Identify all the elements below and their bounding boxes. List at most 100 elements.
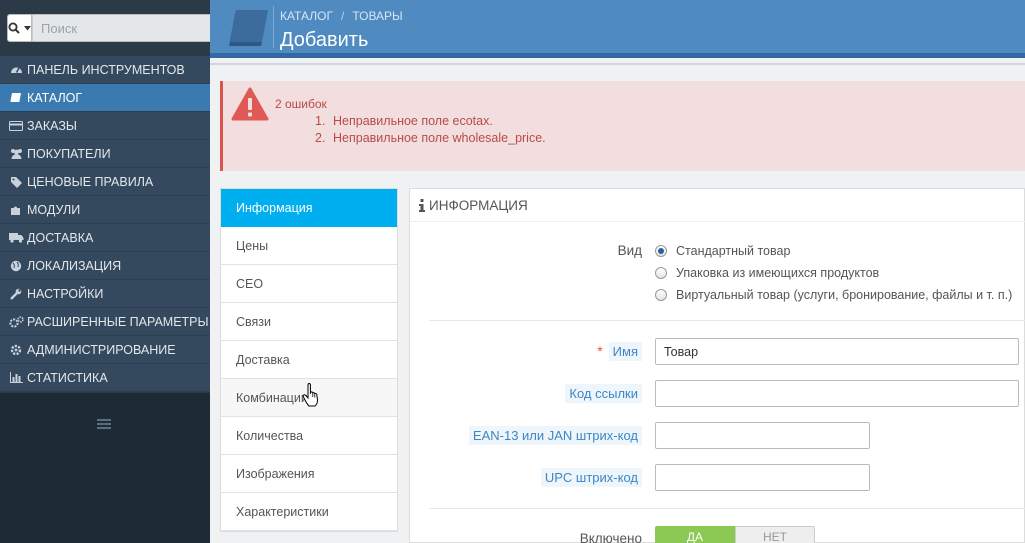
sidebar-item-label: ЦЕНОВЫЕ ПРАВИЛА xyxy=(27,174,154,189)
radio-label: Упаковка из имеющихся продуктов xyxy=(676,266,880,280)
sidebar-item-localization[interactable]: ЛОКАЛИЗАЦИЯ xyxy=(0,252,210,280)
sidebar-item-customers[interactable]: ПОКУПАТЕЛИ xyxy=(0,140,210,168)
sidebar-item-label: ПАНЕЛЬ ИНСТРУМЕНТОВ xyxy=(27,62,185,77)
sidebar-item-label: ПОКУПАТЕЛИ xyxy=(27,146,111,161)
radio-virtual-product[interactable]: Виртуальный товар (услуги, бронирование,… xyxy=(655,288,1012,302)
book-icon xyxy=(8,92,24,104)
sidebar-item-label: НАСТРОЙКИ xyxy=(27,286,104,301)
panel-title: ИНФОРМАЦИЯ xyxy=(429,197,528,213)
sidebar-item-label: АДМИНИСТРИРОВАНИЕ xyxy=(27,342,176,357)
error-number: 2. xyxy=(315,131,326,145)
sidebar-item-administration[interactable]: АДМИНИСТРИРОВАНИЕ xyxy=(0,336,210,364)
enabled-toggle[interactable]: ДА НЕТ xyxy=(655,526,815,543)
name-input[interactable]: Товар xyxy=(655,338,1019,365)
sidebar-item-statistics[interactable]: СТАТИСТИКА xyxy=(0,364,210,392)
search-type-button[interactable] xyxy=(7,14,32,42)
sidebar-item-dashboard[interactable]: ПАНЕЛЬ ИНСТРУМЕНТОВ xyxy=(0,56,210,84)
sidebar-item-catalog[interactable]: КАТАЛОГ xyxy=(0,84,210,112)
bar-chart-icon xyxy=(8,372,24,384)
header-divider xyxy=(273,6,274,48)
radio-label: Виртуальный товар (услуги, бронирование,… xyxy=(676,288,1013,302)
radio-button[interactable] xyxy=(655,245,667,257)
information-panel: ИНФОРМАЦИЯ Вид Стандартный товар Упаковк… xyxy=(409,188,1025,543)
toggle-no-button[interactable]: НЕТ xyxy=(735,526,815,543)
tab-images[interactable]: Изображения xyxy=(221,455,397,493)
tab-seo[interactable]: СЕО xyxy=(221,265,397,303)
credit-card-icon xyxy=(8,120,24,132)
error-alert: 2 ошибок 1. Неправильное поле ecotax. 2. Н… xyxy=(220,81,1025,171)
cogs-icon xyxy=(8,315,24,328)
error-text: Неправильное поле wholesale_price. xyxy=(333,131,546,145)
caret-down-icon xyxy=(24,25,31,30)
sidebar-item-label: ЛОКАЛИЗАЦИЯ xyxy=(27,258,122,273)
form-divider xyxy=(429,320,1025,321)
sidebar-item-modules[interactable]: МОДУЛИ xyxy=(0,196,210,224)
sidebar-item-label: РАСШИРЕННЫЕ ПАРАМЕТРЫ xyxy=(27,314,209,329)
tab-quantities[interactable]: Количества xyxy=(221,417,397,455)
breadcrumb: КАТАЛОГ / ТОВАРЫ xyxy=(280,9,403,23)
search-input[interactable] xyxy=(32,14,218,42)
truck-icon xyxy=(8,232,24,244)
page-header: КАТАЛОГ / ТОВАРЫ Добавить xyxy=(210,0,1025,58)
ean-label: EAN-13 или JAN штрих-код xyxy=(468,426,642,445)
enabled-label: Включено xyxy=(579,531,642,543)
radio-pack-product[interactable]: Упаковка из имеющихся продуктов xyxy=(655,266,879,280)
error-list: 1. Неправильное поле ecotax. 2. Неправильн… xyxy=(315,114,546,148)
tab-prices[interactable]: Цены xyxy=(221,227,397,265)
sidebar-item-advanced-parameters[interactable]: РАСШИРЕННЫЕ ПАРАМЕТРЫ xyxy=(0,308,210,336)
tab-information[interactable]: Информация xyxy=(221,189,397,227)
reference-label: Код ссылки xyxy=(565,384,642,403)
tab-associations[interactable]: Связи xyxy=(221,303,397,341)
sidebar-item-price-rules[interactable]: ЦЕНОВЫЕ ПРАВИЛА xyxy=(0,168,210,196)
radio-button[interactable] xyxy=(655,289,667,301)
sidebar-item-orders[interactable]: ЗАКАЗЫ xyxy=(0,112,210,140)
menu-collapse-icon[interactable] xyxy=(97,419,111,429)
info-icon xyxy=(419,198,425,212)
sidebar-item-shipping[interactable]: ДОСТАВКА xyxy=(0,224,210,252)
error-text: Неправильное поле ecotax. xyxy=(333,114,493,128)
puzzle-icon xyxy=(8,204,24,216)
radio-button[interactable] xyxy=(655,267,667,279)
breadcrumb-separator: / xyxy=(340,9,345,23)
toggle-yes-button[interactable]: ДА xyxy=(655,526,735,543)
form-divider xyxy=(429,508,1025,509)
cog-icon xyxy=(8,344,24,356)
search-icon xyxy=(8,22,20,34)
enabled-label-wrap: Включено xyxy=(410,531,642,543)
sidebar-item-label: ЗАКАЗЫ xyxy=(27,118,77,133)
warning-icon xyxy=(231,87,269,121)
name-label-wrap: * Имя xyxy=(410,342,642,361)
ean-label-wrap: EAN-13 или JAN штрих-код xyxy=(410,426,642,445)
upc-input[interactable] xyxy=(655,464,870,491)
reference-input[interactable] xyxy=(655,380,1019,407)
type-label: Вид xyxy=(617,243,642,258)
radio-standard-product[interactable]: Стандартный товар xyxy=(655,244,790,258)
error-item: 1. Неправильное поле ecotax. xyxy=(315,114,546,131)
sidebar-item-label: ДОСТАВКА xyxy=(27,230,94,245)
upc-label-wrap: UPC штрих-код xyxy=(410,468,642,487)
search-bar xyxy=(7,14,218,42)
sidebar-item-label: СТАТИСТИКА xyxy=(27,370,108,385)
users-icon xyxy=(8,148,24,160)
error-number: 1. xyxy=(315,114,326,128)
name-label: Имя xyxy=(608,342,642,361)
tab-combinations[interactable]: Комбинации xyxy=(221,379,397,417)
sidebar-footer xyxy=(0,393,210,543)
page-title: Добавить xyxy=(280,29,369,51)
required-marker: * xyxy=(597,343,603,359)
sidebar-item-settings[interactable]: НАСТРОЙКИ xyxy=(0,280,210,308)
tab-features[interactable]: Характеристики xyxy=(221,493,397,531)
globe-icon xyxy=(8,260,24,272)
sidebar: ПАНЕЛЬ ИНСТРУМЕНТОВ КАТАЛОГ ЗАКАЗЫ ПОКУП… xyxy=(0,0,218,543)
book-icon xyxy=(229,10,268,46)
panel-heading: ИНФОРМАЦИЯ xyxy=(410,189,1025,222)
breadcrumb-catalog[interactable]: КАТАЛОГ xyxy=(280,9,333,23)
ean-input[interactable] xyxy=(655,422,870,449)
dashboard-icon xyxy=(8,64,24,76)
header-divider-line xyxy=(210,63,1025,65)
error-count: 2 ошибок xyxy=(275,97,327,111)
main-menu: ПАНЕЛЬ ИНСТРУМЕНТОВ КАТАЛОГ ЗАКАЗЫ ПОКУП… xyxy=(0,56,210,392)
type-label-wrap: Вид xyxy=(410,243,642,258)
breadcrumb-products[interactable]: ТОВАРЫ xyxy=(352,9,402,23)
tab-shipping[interactable]: Доставка xyxy=(221,341,397,379)
